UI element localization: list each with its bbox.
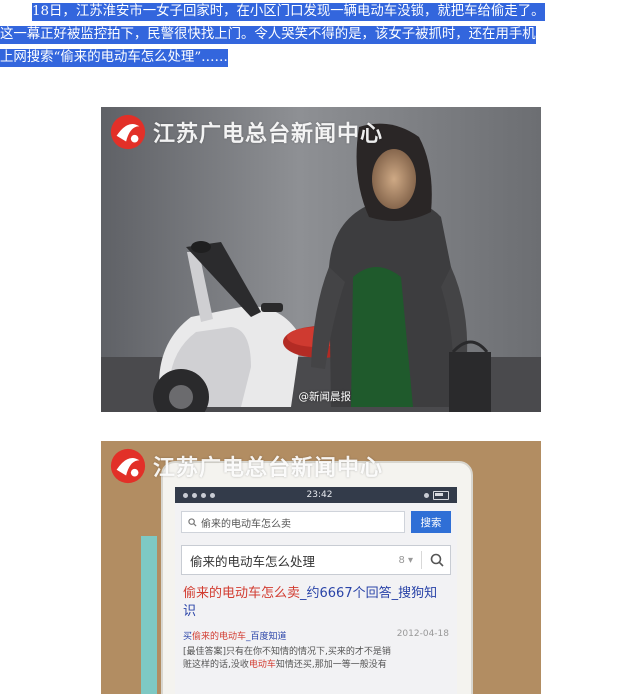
divider [421,551,422,569]
result-snippet: [最佳答案]只有在你不知情的情况下,买来的才不是销 赃这样的话,没收电动车知情还… [183,647,391,670]
watermark-logo: 江苏广电总台新闻中心 [109,447,383,485]
search-icon [188,517,197,527]
article-text-3: 上网搜索“偷来的电动车怎么处理”…… [0,49,228,67]
status-time: 23:42 [306,490,333,500]
scooter-scene-illustration [101,107,541,412]
search-icon[interactable] [430,553,444,567]
article-paragraph: 18日，江苏淮安市一女子回家时，在小区门口发现一辆电动车没锁，就把车给偷走了。 … [0,0,642,69]
watermark-text: 江苏广电总台新闻中心 [153,456,384,481]
notification-icon [192,492,197,498]
article-line-1: 18日，江苏淮安市一女子回家时，在小区门口发现一辆电动车没锁，就把车给偷走了。 [0,0,642,23]
search-result[interactable]: 偷来的电动车怎么卖_约6667个回答_搜狗知识 买偷来的电动车_百度知道 201… [183,585,449,672]
jsbc-logo-icon [110,114,146,150]
result-title[interactable]: 偷来的电动车怎么卖_约6667个回答_搜狗知识 [183,585,449,621]
result-source-row[interactable]: 买偷来的电动车_百度知道 2012-04-18 [183,629,449,642]
browser-search-text: 偷来的电动车怎么卖 [201,518,291,530]
browser-search-input[interactable]: 偷来的电动车怎么卖 [181,511,405,533]
article-line-2: 这一幕正好被监控拍下，民警很快找上门。令人哭笑不得的是，该女子被抓时，还在用手机 [0,23,642,46]
sogou-search-box[interactable]: 偷来的电动车怎么处理 8 ▾ [181,545,451,575]
dropdown-icon[interactable]: 8 ▾ [398,555,413,566]
news-photo-scooter: 江苏广电总台新闻中心 @新闻晨报 [101,107,541,412]
jsbc-logo-icon [110,448,146,484]
notification-icon [201,492,206,498]
watermark-text: 江苏广电总台新闻中心 [153,122,384,147]
watermark-logo: 江苏广电总台新闻中心 [109,113,383,151]
phone-status-bar: 23:42 [175,487,457,503]
news-photo-phone-search: 23:42 偷来的电动车怎么卖 搜索 偷来的电动车怎么处理 8 ▾ 偷来的电动车… [101,441,541,694]
article-text-1: 18日，江苏淮安市一女子回家时，在小区门口发现一辆电动车没锁，就把车给偷走了。 [32,3,545,21]
notification-icon [210,492,215,498]
browser-search-row: 偷来的电动车怎么卖 搜索 [175,503,457,539]
browser-search-button[interactable]: 搜索 [411,511,451,533]
sogou-query-text: 偷来的电动车怎么处理 [190,553,316,569]
notification-icon [183,492,188,498]
smartphone: 23:42 偷来的电动车怎么卖 搜索 偷来的电动车怎么处理 8 ▾ 偷来的电动车… [161,461,473,694]
phone-case-edge [141,536,157,694]
photo-credit: @新闻晨报 [298,391,352,403]
article-text-2: 这一幕正好被监控拍下，民警很快找上门。令人哭笑不得的是，该女子被抓时，还在用手机 [0,26,536,44]
wifi-icon [424,492,429,498]
battery-icon [433,490,449,500]
article-line-3: 上网搜索“偷来的电动车怎么处理”…… [0,46,642,69]
phone-screen: 23:42 偷来的电动车怎么卖 搜索 偷来的电动车怎么处理 8 ▾ 偷来的电动车… [175,487,457,694]
result-date: 2012-04-18 [396,629,449,639]
